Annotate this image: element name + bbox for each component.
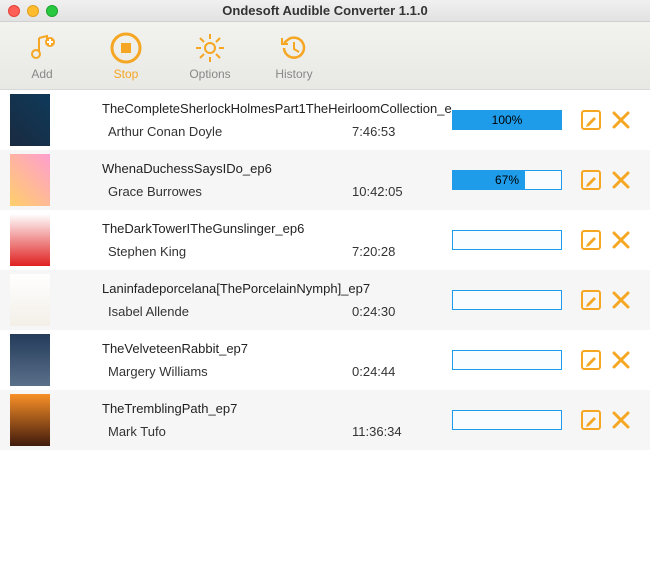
item-title: WhenaDuchessSaysIDo_ep6 [102,161,452,176]
add-button[interactable]: Add [12,31,72,81]
item-title: Laninfadeporcelana[ThePorcelainNymph]_ep… [102,281,452,296]
progress-bar [452,410,562,430]
cover-thumbnail [10,394,50,446]
list-item[interactable]: TheDarkTowerITheGunslinger_ep6 Stephen Ki… [0,210,650,270]
cover-thumbnail [10,154,50,206]
list-item[interactable]: TheVelveteenRabbit_ep7 Margery Williams0:… [0,330,650,390]
options-label: Options [189,67,230,81]
item-duration: 0:24:44 [352,364,432,379]
stop-label: Stop [114,67,139,81]
remove-button[interactable] [610,109,632,131]
progress-percent [453,411,561,429]
item-info: TheTremblingPath_ep7 Mark Tufo11:36:34 [50,401,452,439]
progress-percent [453,291,561,309]
history-icon [277,31,311,65]
remove-button[interactable] [610,349,632,371]
item-info: TheCompleteSherlockHolmesPart1TheHeirloo… [50,101,452,139]
close-icon[interactable] [8,5,20,17]
edit-button[interactable] [580,169,602,191]
edit-button[interactable] [580,409,602,431]
item-author: Arthur Conan Doyle [102,124,352,139]
progress-bar: 67% [452,170,562,190]
toolbar: Add Stop Options History [0,22,650,90]
cover-thumbnail [10,274,50,326]
item-info: TheDarkTowerITheGunslinger_ep6 Stephen Ki… [50,221,452,259]
item-duration: 7:46:53 [352,124,432,139]
progress-bar [452,350,562,370]
cover-thumbnail [10,334,50,386]
remove-button[interactable] [610,169,632,191]
audiobook-list: TheCompleteSherlockHolmesPart1TheHeirloo… [0,90,650,450]
item-author: Mark Tufo [102,424,352,439]
gear-icon [193,31,227,65]
item-author: Grace Burrowes [102,184,352,199]
item-duration: 7:20:28 [352,244,432,259]
edit-button[interactable] [580,109,602,131]
add-label: Add [31,67,52,81]
item-author: Margery Williams [102,364,352,379]
item-info: TheVelveteenRabbit_ep7 Margery Williams0:… [50,341,452,379]
history-button[interactable]: History [264,31,324,81]
item-info: Laninfadeporcelana[ThePorcelainNymph]_ep… [50,281,452,319]
progress-bar: 100% [452,110,562,130]
item-author: Isabel Allende [102,304,352,319]
stop-icon [109,31,143,65]
remove-button[interactable] [610,409,632,431]
item-author: Stephen King [102,244,352,259]
item-title: TheCompleteSherlockHolmesPart1TheHeirloo… [102,101,452,116]
progress-percent: 100% [453,111,561,129]
list-item[interactable]: WhenaDuchessSaysIDo_ep6 Grace Burrowes10:… [0,150,650,210]
edit-button[interactable] [580,229,602,251]
music-plus-icon [25,31,59,65]
item-info: WhenaDuchessSaysIDo_ep6 Grace Burrowes10:… [50,161,452,199]
window-title: Ondesoft Audible Converter 1.1.0 [0,3,650,18]
progress-percent [453,231,561,249]
edit-button[interactable] [580,289,602,311]
edit-button[interactable] [580,349,602,371]
progress-bar [452,230,562,250]
window-titlebar: Ondesoft Audible Converter 1.1.0 [0,0,650,22]
minimize-icon[interactable] [27,5,39,17]
list-item[interactable]: Laninfadeporcelana[ThePorcelainNymph]_ep… [0,270,650,330]
progress-percent: 67% [453,171,561,189]
stop-button[interactable]: Stop [96,31,156,81]
progress-bar [452,290,562,310]
maximize-icon[interactable] [46,5,58,17]
item-duration: 11:36:34 [352,424,432,439]
item-title: TheVelveteenRabbit_ep7 [102,341,452,356]
remove-button[interactable] [610,229,632,251]
item-duration: 0:24:30 [352,304,432,319]
item-duration: 10:42:05 [352,184,432,199]
options-button[interactable]: Options [180,31,240,81]
cover-thumbnail [10,94,50,146]
history-label: History [275,67,312,81]
progress-percent [453,351,561,369]
cover-thumbnail [10,214,50,266]
list-item[interactable]: TheTremblingPath_ep7 Mark Tufo11:36:34 [0,390,650,450]
remove-button[interactable] [610,289,632,311]
item-title: TheDarkTowerITheGunslinger_ep6 [102,221,452,236]
item-title: TheTremblingPath_ep7 [102,401,452,416]
list-item[interactable]: TheCompleteSherlockHolmesPart1TheHeirloo… [0,90,650,150]
